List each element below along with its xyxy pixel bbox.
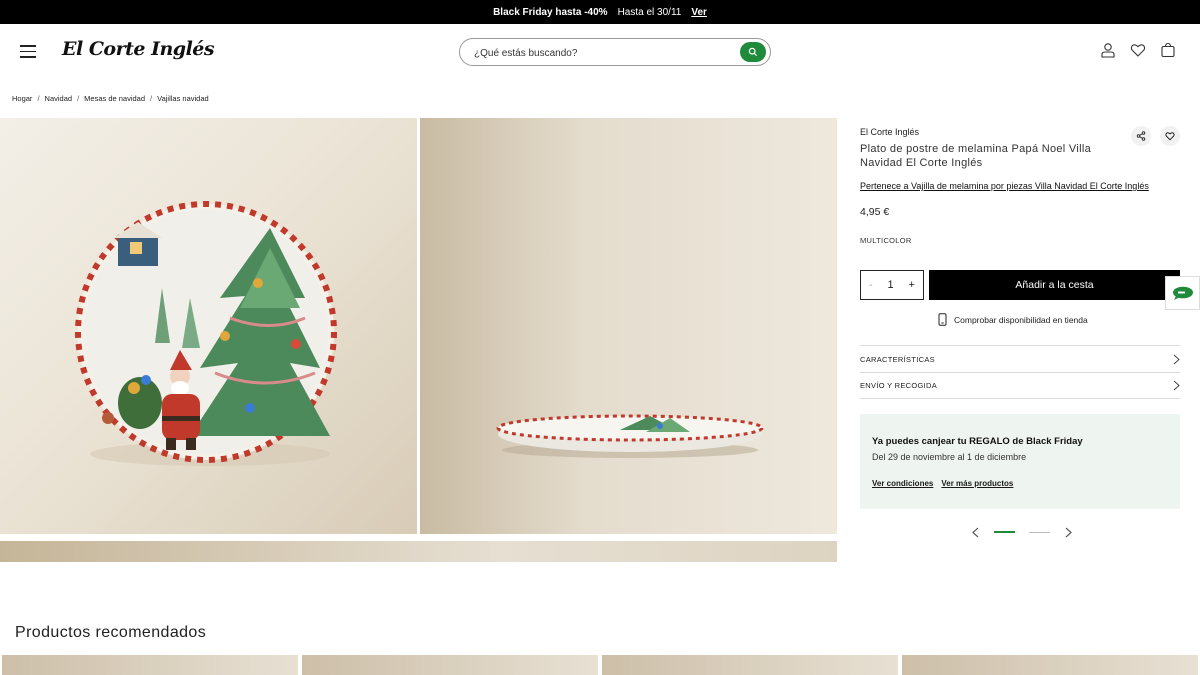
product-color: MULTICOLOR xyxy=(860,236,912,245)
product-image-third[interactable] xyxy=(0,541,837,562)
gift-promo-card: Ya puedes canjear tu REGALO de Black Fri… xyxy=(860,414,1180,509)
breadcrumb-item[interactable]: Hogar xyxy=(12,94,32,103)
search-input[interactable] xyxy=(474,45,734,61)
quantity-decrease-button[interactable]: - xyxy=(869,279,873,291)
product-image-front[interactable] xyxy=(0,118,417,534)
collection-link[interactable]: Pertenece a Vajilla de melamina por piez… xyxy=(860,181,1149,191)
gift-conditions-link[interactable]: Ver condiciones xyxy=(872,479,933,488)
quantity-increase-button[interactable]: + xyxy=(909,279,915,291)
quantity-stepper: - 1 + xyxy=(860,270,924,300)
breadcrumb-item[interactable]: Mesas de navidad xyxy=(84,94,145,103)
logo[interactable]: El Corte Inglés xyxy=(62,38,215,60)
heart-icon xyxy=(1165,132,1175,141)
recommended-product-card[interactable] xyxy=(602,655,898,675)
product-image-side[interactable] xyxy=(420,118,837,534)
menu-icon[interactable] xyxy=(20,45,36,58)
carousel-indicator-active[interactable] xyxy=(993,531,1015,533)
share-button[interactable] xyxy=(1131,126,1151,146)
accordion-features[interactable]: CARACTERÍSTICAS xyxy=(860,345,1180,372)
floating-chat-button[interactable] xyxy=(1165,276,1200,310)
promo-carousel-nav xyxy=(972,524,1072,540)
breadcrumb-separator: / xyxy=(37,94,40,103)
recommended-product-card[interactable] xyxy=(902,655,1198,675)
plate-top-illustration xyxy=(75,201,337,466)
accordion-shipping[interactable]: ENVÍO Y RECOGIDA xyxy=(860,372,1180,399)
user-icon[interactable] xyxy=(1100,42,1116,58)
recommended-title: Productos recomendados xyxy=(15,624,207,641)
product-price: 4,95 € xyxy=(860,206,890,218)
promo-until: Hasta el 30/11 xyxy=(617,6,682,18)
phone-icon xyxy=(938,313,947,326)
chat-bubble-icon xyxy=(1172,286,1193,300)
breadcrumb-item[interactable]: Vajillas navidad xyxy=(157,94,209,103)
search-button[interactable] xyxy=(740,42,766,62)
gift-promo-title: Ya puedes canjear tu REGALO de Black Fri… xyxy=(872,436,1083,447)
breadcrumb-separator: / xyxy=(150,94,153,103)
breadcrumb-item[interactable]: Navidad xyxy=(45,94,73,103)
search-icon xyxy=(748,47,758,57)
share-icon xyxy=(1136,131,1146,141)
accordion-shipping-label: ENVÍO Y RECOGIDA xyxy=(860,381,938,390)
chevron-right-icon xyxy=(1173,354,1180,364)
breadcrumb-separator: / xyxy=(77,94,80,103)
gift-products-link[interactable]: Ver más productos xyxy=(941,479,1013,488)
chevron-left-icon[interactable] xyxy=(972,527,979,538)
chevron-right-icon xyxy=(1173,380,1180,391)
bag-icon[interactable] xyxy=(1160,42,1176,58)
promo-bar: Black Friday hasta -40% Hasta el 30/11 V… xyxy=(0,0,1200,24)
promo-headline: Black Friday hasta -40% xyxy=(493,6,608,18)
heart-icon[interactable] xyxy=(1130,42,1146,58)
header-actions xyxy=(1100,42,1176,58)
check-stock-label: Comprobar disponibilidad en tienda xyxy=(954,314,1088,325)
recommended-product-card[interactable] xyxy=(302,655,598,675)
check-stock-link[interactable]: Comprobar disponibilidad en tienda xyxy=(938,313,1088,326)
plate-side-illustration xyxy=(496,414,764,458)
carousel-indicator[interactable] xyxy=(1029,531,1051,533)
chevron-right-icon[interactable] xyxy=(1065,527,1072,538)
gift-promo-dates: Del 29 de noviembre al 1 de diciembre xyxy=(872,452,1027,462)
product-title: Plato de postre de melamina Papá Noel Vi… xyxy=(860,143,1091,169)
search-bar xyxy=(459,38,771,66)
accordion-features-label: CARACTERÍSTICAS xyxy=(860,354,935,364)
breadcrumb: Hogar / Navidad / Mesas de navidad / Vaj… xyxy=(12,94,209,103)
product-brand[interactable]: El Corte Inglés xyxy=(860,127,919,137)
add-to-cart-button[interactable]: Añadir a la cesta xyxy=(929,270,1180,300)
quantity-value[interactable]: 1 xyxy=(888,279,894,291)
recommended-product-card[interactable] xyxy=(2,655,298,675)
promo-link[interactable]: Ver xyxy=(691,7,707,18)
wishlist-button[interactable] xyxy=(1160,126,1180,146)
site-header: El Corte Inglés xyxy=(0,24,1200,80)
